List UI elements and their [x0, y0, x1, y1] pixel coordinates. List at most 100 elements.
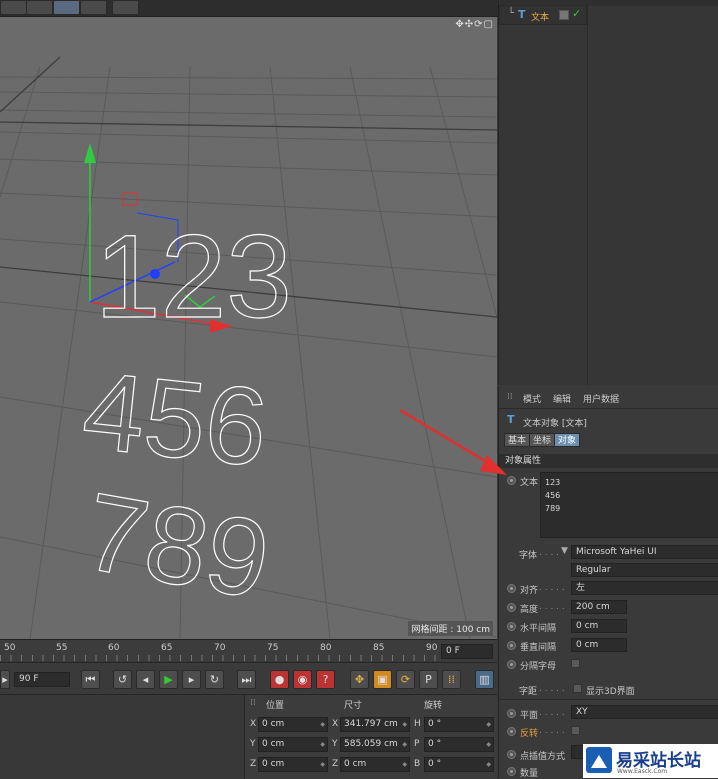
prev-frame-icon[interactable]: ◂ — [136, 670, 155, 689]
font-label: 字体 — [519, 551, 538, 561]
grid-spacing-label: 网格间距 : 100 cm — [408, 621, 493, 636]
record-icon[interactable]: ● — [270, 670, 289, 689]
object-title: 文本对象 [文本] — [523, 419, 587, 429]
tick-label: 60 — [108, 643, 120, 653]
rotate-key-icon[interactable]: ⟳ — [396, 670, 415, 689]
scale-key-icon[interactable]: ▣ — [373, 670, 392, 689]
move-key-icon[interactable]: ✥ — [350, 670, 369, 689]
align-label: 对齐 — [520, 586, 539, 596]
tick-label: 65 — [161, 643, 173, 653]
align-select[interactable]: 左 — [571, 581, 718, 595]
tick-label: 90 — [426, 643, 438, 653]
top-toolbar — [0, 0, 500, 17]
vspacing-field[interactable]: 0 cm — [571, 638, 627, 652]
play-icon[interactable]: ▶ — [159, 670, 178, 689]
menu-mode[interactable]: 模式 — [523, 392, 541, 405]
watermark-logo: 易采站长站 Www.Easck.Com — [583, 744, 718, 778]
align-anim-radio[interactable] — [507, 584, 516, 593]
play-small-icon[interactable]: ▸ — [0, 670, 10, 689]
object-row[interactable]: └ T 文本 ✓ — [499, 5, 587, 25]
point-interp-anim-radio[interactable] — [507, 750, 516, 759]
vspacing-anim-radio[interactable] — [507, 641, 516, 650]
position-z-field[interactable]: 0 cm — [258, 757, 328, 772]
font-dropdown-arrow-icon[interactable]: ▼ — [561, 546, 568, 556]
tab-object[interactable]: 对象 — [554, 433, 581, 447]
object-name[interactable]: 文本 — [531, 10, 549, 23]
height-label: 高度 — [520, 605, 539, 615]
plane-select[interactable]: XY — [571, 705, 718, 719]
timeline-icon[interactable]: ▥ — [475, 670, 494, 689]
height-field[interactable]: 200 cm — [571, 600, 627, 614]
viewport-nav-icons[interactable]: ✥✣⟳▢ — [455, 19, 494, 30]
rotation-p-field[interactable]: 0 ° — [424, 737, 494, 752]
text-line-3: 789 — [76, 470, 278, 623]
rotation-header: 旋转 — [424, 701, 443, 711]
pla-key-icon[interactable]: ⁞⁞ — [442, 670, 461, 689]
current-frame-field[interactable]: 0 F — [441, 644, 493, 659]
y-axis-arrow — [84, 143, 96, 163]
size-y-field[interactable]: 585.059 cm — [340, 737, 410, 752]
timeline-ruler[interactable]: 50 55 60 65 70 75 80 85 90 0 F — [0, 639, 497, 661]
text-label: 文本 — [520, 478, 539, 488]
size-z-field[interactable]: 0 cm — [340, 757, 410, 772]
toolbar-button-2[interactable] — [26, 0, 53, 15]
height-anim-radio[interactable] — [507, 603, 516, 612]
font-select[interactable]: Microsoft YaHei UI — [571, 545, 718, 559]
text-line-2: 456 — [77, 349, 272, 491]
vspacing-label: 垂直间隔 — [520, 643, 557, 653]
show3d-label: 显示3D界面 — [586, 687, 635, 697]
tick-label: 75 — [267, 643, 279, 653]
next-key-icon[interactable]: ↻ — [205, 670, 224, 689]
reverse-anim-radio[interactable] — [507, 727, 516, 736]
rotation-h-field[interactable]: 0 ° — [424, 717, 494, 732]
font-style-select[interactable]: Regular — [571, 563, 718, 577]
tab-coordinates[interactable]: 坐标 — [529, 433, 556, 447]
text-input[interactable]: 123 456 789 — [540, 472, 718, 538]
param-key-icon[interactable]: P — [419, 670, 438, 689]
tick-label: 55 — [56, 643, 68, 653]
text-object-icon: T — [518, 8, 526, 21]
tick-label: 80 — [320, 643, 332, 653]
size-header: 尺寸 — [344, 701, 363, 711]
camera-icon[interactable] — [80, 0, 107, 15]
size-x-field[interactable]: 341.797 cm — [340, 717, 410, 732]
position-y-field[interactable]: 0 cm — [258, 737, 328, 752]
hspacing-field[interactable]: 0 cm — [571, 619, 627, 633]
count-label: 数量 — [520, 769, 539, 779]
axis-label: Y — [250, 739, 256, 749]
tick-label: 70 — [214, 643, 226, 653]
hspacing-anim-radio[interactable] — [507, 622, 516, 631]
separate-checkbox[interactable] — [571, 659, 580, 668]
end-frame-field[interactable]: 90 F — [14, 672, 70, 687]
menu-userdata[interactable]: 用户数据 — [583, 392, 619, 405]
autokey-icon[interactable]: ◉ — [293, 670, 312, 689]
attribute-manager: ⁞⁞ 模式 编辑 用户数据 T 文本对象 [文本] 基本 坐标 对象 对象属性 … — [498, 386, 718, 779]
menu-edit[interactable]: 编辑 — [553, 392, 571, 405]
next-frame-icon[interactable]: ▸ — [182, 670, 201, 689]
separate-anim-radio[interactable] — [507, 660, 516, 669]
keyframe-help-icon[interactable]: ? — [316, 670, 335, 689]
light-icon[interactable] — [112, 0, 139, 15]
toolbar-button-3[interactable] — [53, 0, 80, 15]
position-header: 位置 — [266, 701, 285, 711]
toolbar-button-1[interactable] — [0, 0, 27, 15]
checkmark-icon[interactable]: ✓ — [572, 7, 581, 20]
axis-label: Z — [332, 759, 339, 769]
tick-label: 85 — [373, 643, 385, 653]
kerning-label: 字距 — [519, 687, 538, 697]
go-start-icon[interactable]: ⏮ — [81, 670, 100, 689]
viewport[interactable]: 123 456 789 ✥✣⟳▢ 网格间距 : 100 cm — [0, 17, 497, 639]
point-interp-label: 点插值方式 — [520, 752, 566, 762]
coordinate-manager: ⁞⁞ 位置 尺寸 旋转 X 0 cm X 341.797 cm H 0 ° Y … — [0, 694, 497, 779]
section-object-properties: 对象属性 — [499, 454, 718, 468]
reverse-checkbox[interactable] — [571, 726, 580, 735]
position-x-field[interactable]: 0 cm — [258, 717, 328, 732]
axis-label: Z — [250, 759, 257, 769]
tag-icon[interactable] — [559, 10, 569, 20]
count-anim-radio[interactable] — [507, 767, 516, 776]
rotation-b-field[interactable]: 0 ° — [424, 757, 494, 772]
prev-key-icon[interactable]: ↺ — [113, 670, 132, 689]
go-end-icon[interactable]: ⏭ — [237, 670, 256, 689]
show3d-checkbox[interactable] — [573, 684, 582, 693]
plane-anim-radio[interactable] — [507, 709, 516, 718]
